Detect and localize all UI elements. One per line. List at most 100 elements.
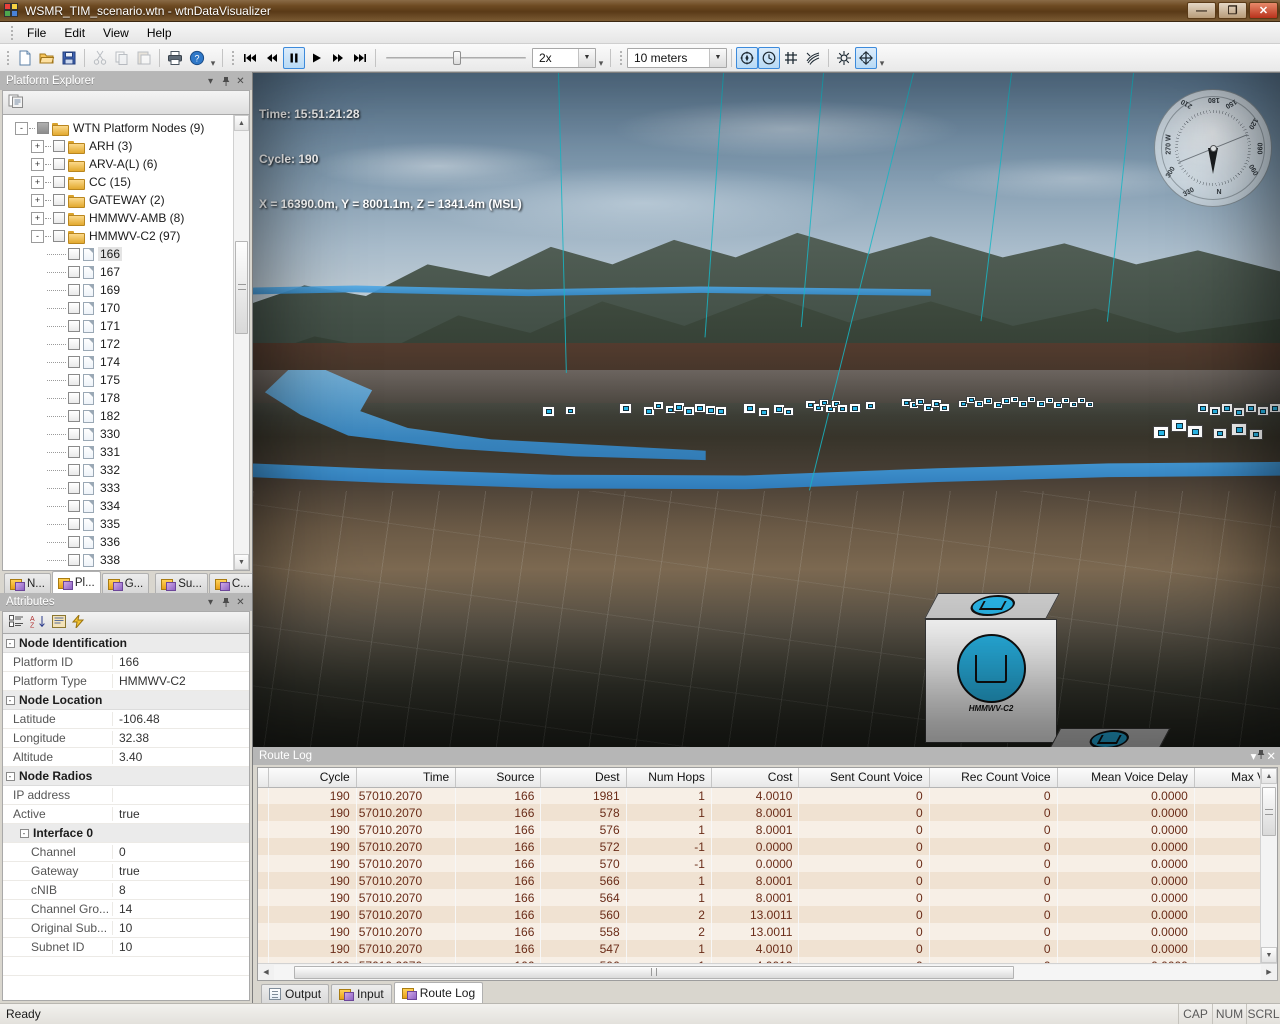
attribute-value[interactable]: 10 <box>113 940 249 954</box>
tree-root-wtn-platform-nodes[interactable]: -WTN Platform Nodes (9) <box>3 119 233 137</box>
toolbar-overflow-file[interactable]: ▾ <box>208 47 218 69</box>
attribute-row-gateway[interactable]: Gatewaytrue <box>3 862 249 881</box>
scrollbar-thumb[interactable] <box>235 241 248 334</box>
table-row[interactable]: 19057010.207016654714.0010000.00000.0000… <box>258 940 1260 957</box>
tree-node-166[interactable]: 166 <box>3 245 233 263</box>
menu-grip[interactable] <box>9 24 15 42</box>
menu-view[interactable]: View <box>94 23 138 43</box>
rewind-icon[interactable] <box>261 47 283 69</box>
scrollbar-thumb[interactable] <box>294 966 1015 979</box>
slider-thumb[interactable] <box>453 51 461 65</box>
toolbar-overflow-playback[interactable]: ▾ <box>596 47 606 69</box>
column-header-dest[interactable]: Dest <box>541 768 626 787</box>
bottom-tab-input[interactable]: Input <box>331 984 392 1003</box>
attribute-row-active[interactable]: Activetrue <box>3 805 249 824</box>
table-row[interactable]: 19057010.2070166560213.0011000.00000.000… <box>258 906 1260 923</box>
skip-to-end-icon[interactable] <box>349 47 371 69</box>
tree-group-gateway-2[interactable]: +GATEWAY (2) <box>3 191 233 209</box>
column-header-rec-count-voice[interactable]: Rec Count Voice <box>929 768 1057 787</box>
tree-expander[interactable]: - <box>15 122 28 135</box>
menu-help[interactable]: Help <box>138 23 181 43</box>
tree-group-cc-15[interactable]: +CC (15) <box>3 173 233 191</box>
route-log-grid[interactable]: CycleTimeSourceDestNum HopsCostSent Coun… <box>257 767 1278 981</box>
column-header-source[interactable]: Source <box>456 768 541 787</box>
tree-expander[interactable]: - <box>31 230 44 243</box>
clock-toggle-icon[interactable] <box>758 47 780 69</box>
tree-node-170[interactable]: 170 <box>3 299 233 317</box>
scroll-left-icon[interactable]: ◀ <box>258 964 274 980</box>
bottom-tab-route-log[interactable]: Route Log <box>394 982 483 1003</box>
tree-checkbox[interactable] <box>68 500 80 512</box>
attribute-value[interactable]: HMMWV-C2 <box>113 674 249 688</box>
row-selector[interactable] <box>258 872 269 889</box>
speed-slider[interactable] <box>386 49 526 67</box>
group-expander[interactable]: - <box>3 772 17 781</box>
table-row[interactable]: 19057010.2070166570-10.0000000.00000.000… <box>258 855 1260 872</box>
tree-node-330[interactable]: 330 <box>3 425 233 443</box>
row-selector[interactable] <box>258 940 269 957</box>
tree-checkbox[interactable] <box>68 356 80 368</box>
attribute-value[interactable]: 0 <box>113 845 249 859</box>
tree-node-172[interactable]: 172 <box>3 335 233 353</box>
tree-node-169[interactable]: 169 <box>3 281 233 299</box>
tree-vertical-scrollbar[interactable]: ▲ ▼ <box>233 115 249 570</box>
tree-checkbox[interactable] <box>68 392 80 404</box>
tree-checkbox[interactable] <box>53 230 65 242</box>
tree-checkbox[interactable] <box>68 482 80 494</box>
tree-node-174[interactable]: 174 <box>3 353 233 371</box>
tree-expander[interactable]: + <box>31 212 44 225</box>
compass-toggle-icon[interactable] <box>736 47 758 69</box>
tree-checkbox[interactable] <box>68 320 80 332</box>
attribute-row-altitude[interactable]: Altitude3.40 <box>3 748 249 767</box>
tree-node-338[interactable]: 338 <box>3 551 233 569</box>
pin-icon[interactable] <box>1256 749 1266 763</box>
attribute-row-ip-address[interactable]: IP address <box>3 786 249 805</box>
attribute-value[interactable]: -106.48 <box>113 712 249 726</box>
center-view-icon[interactable] <box>855 47 877 69</box>
table-row[interactable]: 19057010.2070166198114.0010000.00000.000… <box>258 787 1260 804</box>
close-icon[interactable]: ✕ <box>233 595 248 610</box>
cut-icon[interactable] <box>89 47 111 69</box>
terrain-3d-viewport[interactable]: Time: 15:51:21:28 Cycle: 190 X = 16390.0… <box>252 72 1280 747</box>
attribute-group-node-identification[interactable]: -Node Identification <box>3 634 249 653</box>
attribute-value[interactable]: 32.38 <box>113 731 249 745</box>
tree-node-331[interactable]: 331 <box>3 443 233 461</box>
fast-forward-icon[interactable] <box>327 47 349 69</box>
categorized-icon[interactable] <box>9 615 24 631</box>
tree-expander[interactable]: + <box>31 194 44 207</box>
column-header-mean-voice-delay[interactable]: Mean Voice Delay <box>1057 768 1194 787</box>
minimize-button[interactable]: — <box>1187 2 1216 19</box>
tree-checkbox[interactable] <box>53 194 65 206</box>
menu-file[interactable]: File <box>18 23 55 43</box>
close-button[interactable]: ✕ <box>1249 2 1278 19</box>
attribute-value[interactable]: 8 <box>113 883 249 897</box>
attribute-value[interactable]: true <box>113 864 249 878</box>
column-header-cycle[interactable]: Cycle <box>269 768 357 787</box>
toolbar-overflow-view[interactable]: ▾ <box>877 47 887 69</box>
column-header-cost[interactable]: Cost <box>711 768 799 787</box>
attribute-row-latitude[interactable]: Latitude-106.48 <box>3 710 249 729</box>
help-icon[interactable]: ? <box>186 47 208 69</box>
explorer-tab-2[interactable]: G... <box>102 573 150 593</box>
attribute-row-channel-gro[interactable]: Channel Gro...14 <box>3 900 249 919</box>
attribute-row-cnib[interactable]: cNIB8 <box>3 881 249 900</box>
attribute-group-node-radios[interactable]: -Node Radios <box>3 767 249 786</box>
attribute-row-platform-id[interactable]: Platform ID166 <box>3 653 249 672</box>
skip-to-start-icon[interactable] <box>239 47 261 69</box>
copy-icon[interactable] <box>111 47 133 69</box>
tree-node-178[interactable]: 178 <box>3 389 233 407</box>
column-header-time[interactable]: Time <box>356 768 455 787</box>
attribute-value[interactable]: 3.40 <box>113 750 249 764</box>
close-icon[interactable]: ✕ <box>233 74 248 89</box>
column-header-sent-count-voice[interactable]: Sent Count Voice <box>799 768 929 787</box>
tree-checkbox[interactable] <box>37 122 49 134</box>
scrollbar-thumb[interactable] <box>1262 787 1276 836</box>
toolbar-grip-view[interactable] <box>618 49 624 67</box>
group-expander[interactable]: - <box>3 639 17 648</box>
attribute-row-platform-type[interactable]: Platform TypeHMMWV-C2 <box>3 672 249 691</box>
row-selector[interactable] <box>258 804 269 821</box>
tree-node-175[interactable]: 175 <box>3 371 233 389</box>
scroll-right-icon[interactable]: ▶ <box>1261 964 1277 980</box>
row-selector[interactable] <box>258 855 269 872</box>
tree-checkbox[interactable] <box>68 302 80 314</box>
